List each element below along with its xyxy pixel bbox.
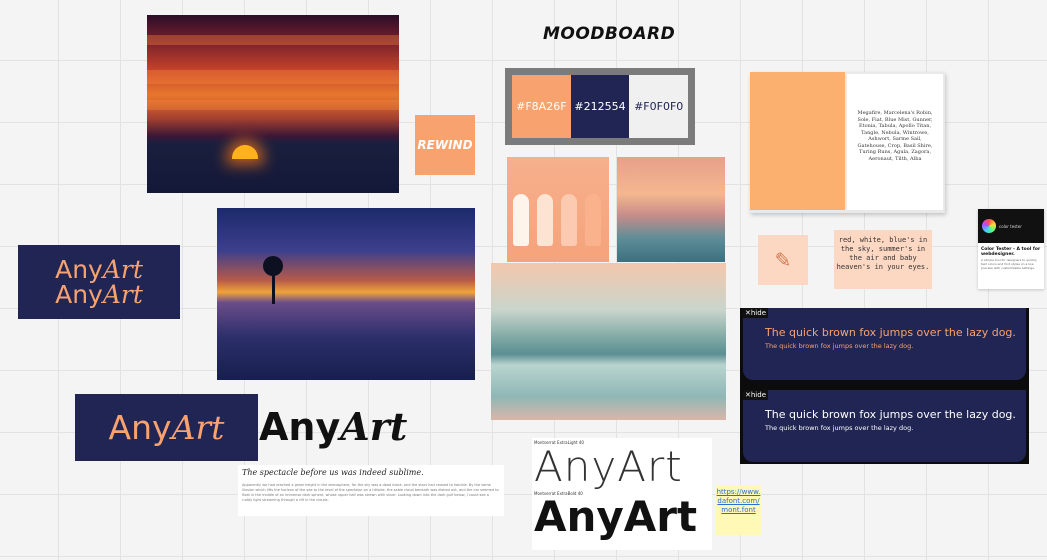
anyart-word-art: Art bbox=[340, 404, 408, 449]
color-palette[interactable]: #F8A26F #212554 #F0F0F0 bbox=[505, 68, 695, 145]
card-body: A simple tool for designers to quickly t… bbox=[981, 258, 1037, 270]
preview-body: The quick brown fox jumps over the lazy … bbox=[765, 424, 914, 432]
anyart-tile-double[interactable]: AnyArt AnyArt bbox=[18, 245, 180, 319]
bottles-image[interactable] bbox=[507, 157, 609, 262]
sketch-icon: ✎ bbox=[774, 248, 792, 272]
pastel-clouds-image[interactable] bbox=[617, 157, 725, 262]
text-card-body: Apparently we had reached a great height… bbox=[242, 483, 499, 502]
board-title: MOODBOARD bbox=[543, 24, 676, 44]
color-tester-card[interactable]: color tester Color Tester - A tool for w… bbox=[978, 209, 1044, 289]
swatch-orange: #F8A26F bbox=[512, 75, 571, 138]
tree-silhouette bbox=[263, 256, 283, 304]
book-mockup[interactable]: Megafire, Marcelena's Robin, Sole, Fiat,… bbox=[750, 72, 945, 213]
rewind-label: REWIND bbox=[417, 138, 473, 152]
bottle bbox=[561, 194, 577, 246]
color-wheel-icon bbox=[982, 219, 996, 233]
poem-note[interactable]: red, white, blue's in the sky, summer's … bbox=[834, 230, 932, 289]
preview-heading: The quick brown fox jumps over the lazy … bbox=[765, 408, 1016, 421]
book-cover bbox=[750, 72, 845, 210]
anyart-line: AnyArt bbox=[55, 280, 143, 309]
font-sample-bold: AnyArt bbox=[534, 492, 698, 541]
hide-button[interactable]: ✕hide bbox=[743, 308, 768, 318]
bottle bbox=[537, 194, 553, 246]
text-sample-card[interactable]: The spectacle before us was indeed subli… bbox=[238, 465, 504, 516]
mountain-lake-image[interactable] bbox=[491, 263, 726, 420]
text-card-title: The spectacle before us was indeed subli… bbox=[242, 468, 424, 477]
preview-heading: The quick brown fox jumps over the lazy … bbox=[765, 326, 1016, 339]
card-title: Color Tester - A tool for webdesigner. bbox=[981, 247, 1041, 257]
font-link-note[interactable]: https://www.dafont.com/mont.font bbox=[716, 485, 761, 535]
anyart-word-art: Art bbox=[171, 408, 225, 447]
font-sample-light: AnyArt bbox=[534, 442, 683, 491]
rewind-sticker[interactable]: REWIND bbox=[415, 115, 475, 175]
anyart-line: AnyArt bbox=[55, 255, 143, 284]
swatch-light: #F0F0F0 bbox=[629, 75, 689, 138]
anyart-word-any: Any bbox=[259, 405, 341, 449]
bottle bbox=[585, 194, 601, 246]
anyart-logo-black[interactable]: AnyArt bbox=[259, 404, 407, 449]
book-page-text: Megafire, Marcelena's Robin, Sole, Fiat,… bbox=[847, 74, 943, 210]
typography-preview-panel[interactable]: ✕hide The quick brown fox jumps over the… bbox=[740, 308, 1029, 464]
card-hero-text: color tester bbox=[999, 223, 1022, 229]
swatch-navy: #212554 bbox=[570, 75, 630, 138]
sunset-sea-image[interactable] bbox=[147, 15, 399, 193]
lake-sunset-image[interactable] bbox=[217, 208, 475, 380]
hide-button[interactable]: ✕hide bbox=[743, 390, 768, 400]
anyart-word-any: Any bbox=[108, 408, 172, 447]
preview-navy-white: ✕hide The quick brown fox jumps over the… bbox=[743, 390, 1026, 462]
preview-body: The quick brown fox jumps over the lazy … bbox=[765, 342, 914, 350]
font-specimen-card[interactable]: Montserrat ExtraLight 40 AnyArt Montserr… bbox=[532, 438, 712, 550]
card-hero: color tester bbox=[978, 209, 1044, 243]
preview-navy-orange: ✕hide The quick brown fox jumps over the… bbox=[743, 308, 1026, 380]
anyart-tile-large[interactable]: Any Art bbox=[75, 394, 258, 461]
sketch-sticker[interactable]: ✎ bbox=[758, 235, 808, 285]
bottle bbox=[513, 194, 529, 246]
